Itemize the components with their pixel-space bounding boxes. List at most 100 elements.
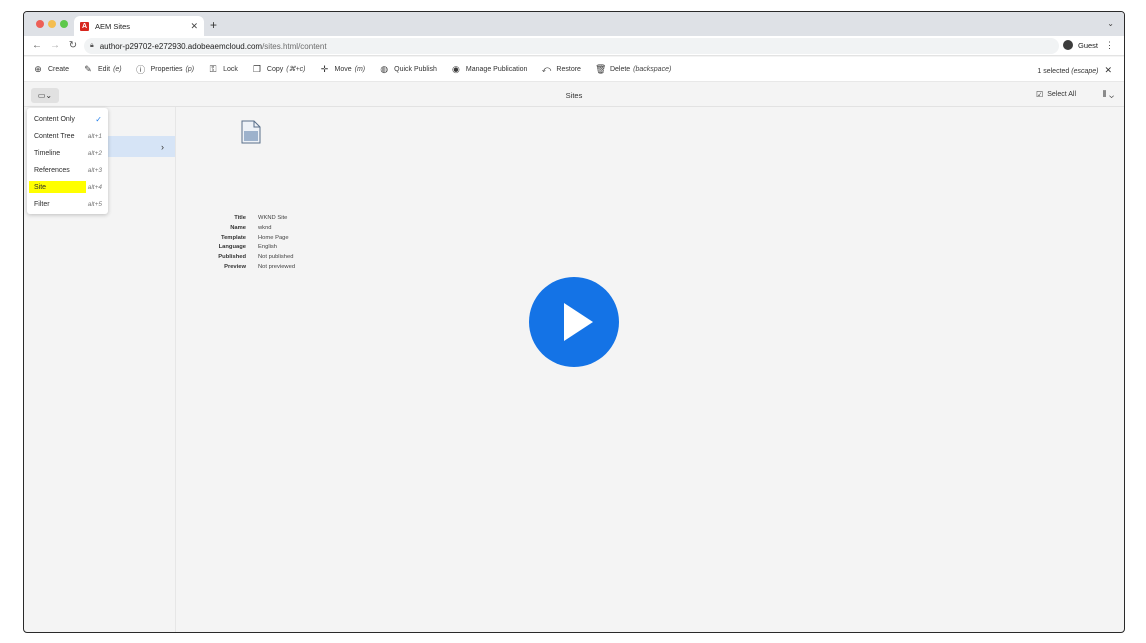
copy-button[interactable]: ❐ Copy (⌘+c): [252, 64, 306, 75]
url-host: author-p29702-e272930.adobeaemcloud.com: [99, 41, 263, 51]
tab-close-icon[interactable]: ✕: [190, 21, 198, 32]
lock-icon: ⚿: [209, 63, 217, 74]
address-bar[interactable]: 🔒︎ author-p29702-e272930.adobeaemcloud.c…: [84, 38, 1059, 54]
back-icon[interactable]: ←: [32, 40, 42, 51]
menu-item-label: References: [34, 167, 70, 174]
menu-item-label: Content Only: [34, 116, 75, 123]
profile-button[interactable]: Guest: [1062, 40, 1098, 50]
move-label: Move: [334, 65, 352, 73]
selected-count: 1 selected: [1037, 68, 1070, 75]
manage-publication-label: Manage Publication: [465, 65, 528, 73]
tab-strip: A AEM Sites ✕ + ⌄: [24, 12, 1124, 36]
menu-item-site[interactable]: Site alt+4: [27, 179, 108, 196]
detail-value: WKND Site: [258, 215, 288, 221]
rail-view-menu: Content Only ✓ Content Tree alt+1 Timeli…: [27, 108, 108, 214]
menu-item-shortcut: alt+5: [87, 201, 102, 208]
menu-item-label: Content Tree: [34, 133, 75, 140]
browser-window: A AEM Sites ✕ + ⌄ ← → ↻ 🔒︎ author-p29702…: [23, 11, 1125, 633]
menu-item-references[interactable]: References alt+3: [27, 162, 108, 179]
lock-icon: 🔒︎: [90, 42, 94, 49]
create-label: Create: [48, 65, 70, 73]
lock-button[interactable]: ⚿ Lock: [208, 64, 238, 75]
menu-item-shortcut: alt+3: [87, 167, 102, 174]
reload-icon[interactable]: ↻: [68, 40, 78, 51]
move-icon: ✛: [320, 63, 329, 74]
globe-icon: ◍: [380, 63, 389, 74]
detail-row: Name wknd: [194, 224, 295, 234]
selected-column-item[interactable]: [108, 136, 175, 157]
info-icon: ⓘ: [136, 64, 146, 75]
action-bar: ⊕ Create ✎ Edit (e) ⓘ Properties (p) ⚿ L…: [24, 57, 1124, 82]
edit-button[interactable]: ✎ Edit (e): [83, 63, 122, 75]
quick-publish-button[interactable]: ◍ Quick Publish: [379, 64, 437, 75]
close-window-button[interactable]: [36, 20, 44, 28]
select-all-icon: ☑: [1036, 90, 1044, 99]
copy-label: Copy: [266, 65, 284, 73]
page-details: Title WKND Site Name wknd Template Home …: [194, 214, 295, 273]
detail-row: Title WKND Site: [194, 214, 295, 224]
video-play-button[interactable]: [529, 277, 619, 367]
pencil-icon: ✎: [84, 63, 92, 74]
maximize-window-button[interactable]: [60, 20, 68, 28]
menu-item-content-tree[interactable]: Content Tree alt+1: [27, 128, 108, 145]
menu-item-shortcut: alt+4: [87, 184, 102, 191]
select-all-button[interactable]: ☑ Select All: [1036, 90, 1076, 99]
menu-item-timeline[interactable]: Timeline alt+2: [27, 145, 108, 162]
checkmark-icon: ✓: [95, 115, 102, 124]
detail-value: English: [258, 244, 278, 251]
detail-row: Preview Not previewed: [194, 263, 295, 273]
selection-status: 1 selected (escape) ✕: [1037, 65, 1112, 76]
tab-aem-sites[interactable]: A AEM Sites ✕: [74, 16, 204, 36]
tab-search-icon[interactable]: ⌄: [1107, 19, 1114, 28]
column-divider: [175, 107, 176, 632]
new-tab-icon[interactable]: +: [210, 18, 217, 32]
copy-shortcut: (⌘+c): [286, 66, 306, 73]
tab-title: AEM Sites: [95, 21, 131, 31]
move-button[interactable]: ✛ Move (m): [320, 63, 366, 75]
menu-item-filter[interactable]: Filter alt+5: [27, 196, 108, 213]
restore-label: Restore: [556, 65, 581, 73]
chevron-right-icon[interactable]: ›: [161, 142, 164, 152]
delete-label: Delete: [609, 65, 631, 73]
page-document-icon: [241, 120, 261, 144]
play-icon: [564, 303, 593, 341]
menu-item-content-only[interactable]: Content Only ✓: [27, 111, 108, 128]
move-shortcut: (m): [354, 65, 366, 73]
plus-circle-icon: ⊕: [34, 63, 42, 74]
detail-row: Language English: [194, 243, 295, 253]
adobe-favicon-icon: A: [80, 21, 89, 31]
create-button[interactable]: ⊕ Create: [33, 64, 69, 75]
detail-row: Template Home Page: [194, 234, 295, 244]
browser-menu-icon[interactable]: ⋮: [1105, 40, 1114, 51]
detail-key: Template: [220, 234, 246, 241]
edit-label: Edit: [98, 65, 111, 73]
page-title: Sites: [565, 91, 583, 100]
detail-value: Not previewed: [258, 263, 296, 270]
copy-icon: ❐: [252, 63, 261, 74]
restore-button[interactable]: ⤺ Restore: [541, 64, 581, 75]
detail-key: Published: [218, 254, 246, 261]
clear-selection-icon[interactable]: ✕: [1104, 65, 1112, 75]
menu-item-label: Timeline: [34, 150, 61, 157]
edit-shortcut: (e): [113, 65, 122, 73]
restore-icon: ⤺: [541, 63, 552, 74]
profile-label: Guest: [1077, 40, 1098, 50]
delete-button[interactable]: 🗑︎ Delete (backspace): [595, 64, 671, 75]
manage-publication-button[interactable]: ◉ Manage Publication: [451, 63, 528, 75]
chevron-down-icon: ⌄: [1109, 89, 1114, 99]
delete-shortcut: (backspace): [633, 65, 672, 73]
avatar-icon: [1062, 40, 1073, 50]
select-all-label: Select All: [1047, 91, 1076, 98]
menu-item-shortcut: alt+2: [87, 150, 102, 157]
detail-key: Preview: [224, 263, 246, 270]
detail-row: Published Not published: [194, 253, 295, 263]
properties-button[interactable]: ⓘ Properties (p): [136, 63, 194, 76]
trash-icon: 🗑︎: [594, 63, 607, 74]
minimize-window-button[interactable]: [48, 20, 56, 28]
globe-gear-icon: ◉: [451, 63, 460, 74]
menu-item-shortcut: alt+1: [87, 133, 102, 140]
forward-icon[interactable]: →: [50, 40, 60, 51]
properties-shortcut: (p): [185, 65, 195, 73]
selected-shortcut: (escape): [1071, 68, 1099, 75]
view-switcher-button[interactable]: ⦀ ⌄: [1103, 89, 1114, 100]
